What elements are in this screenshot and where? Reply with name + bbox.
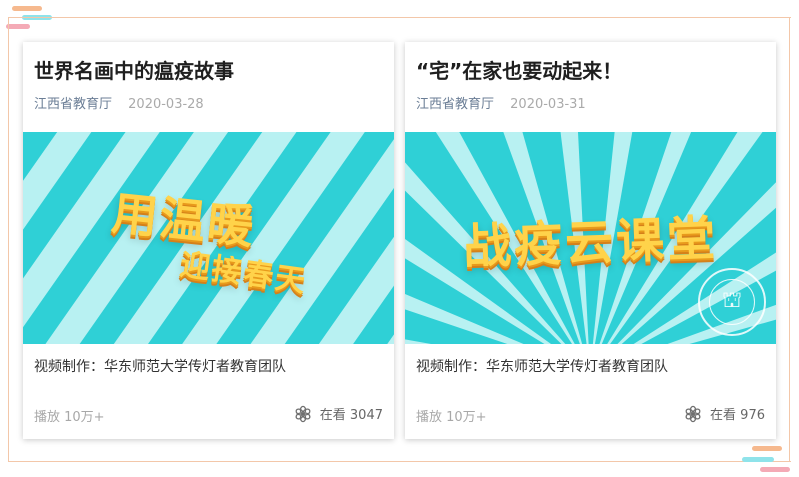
article-title[interactable]: 世界名画中的瘟疫故事 — [34, 55, 234, 84]
flower-icon — [295, 405, 311, 422]
video-thumbnail[interactable]: 战疫云课堂 ⛫ — [405, 132, 776, 344]
article-source[interactable]: 江西省教育厅 — [34, 97, 112, 112]
decor-bar-orange — [752, 446, 782, 451]
frame-right-line — [789, 17, 790, 461]
frame-bottom-line — [8, 461, 791, 462]
video-credit: 视频制作：华东师范大学传灯者教育团队 — [416, 359, 668, 375]
decor-bar-cyan — [742, 457, 774, 462]
article-meta: 江西省教育厅 2020-03-28 — [34, 93, 204, 112]
article-meta: 江西省教育厅 2020-03-31 — [416, 93, 586, 112]
article-date: 2020-03-31 — [510, 97, 586, 112]
decor-bar-orange — [12, 6, 42, 11]
watching-button[interactable]: 在看 3047 — [294, 404, 383, 423]
video-credit: 视频制作：华东师范大学传灯者教育团队 — [34, 359, 286, 375]
decor-bar-pink — [6, 24, 30, 29]
card-footer: 播放 10万+ 在看 3047 — [34, 404, 383, 425]
banner-caption: 用温暖 迎接春天 — [23, 132, 394, 344]
watching-button[interactable]: 在看 976 — [684, 404, 765, 423]
article-card[interactable]: “宅”在家也要动起来！ 江西省教育厅 2020-03-31 战疫云课堂 ⛫ 视频… — [405, 42, 776, 439]
decor-bar-pink — [760, 467, 790, 472]
article-card[interactable]: 世界名画中的瘟疫故事 江西省教育厅 2020-03-28 用温暖 迎接春天 视频… — [23, 42, 394, 439]
card-footer: 播放 10万+ 在看 976 — [416, 404, 765, 425]
play-count: 播放 10万+ — [34, 410, 105, 425]
frame-top-line — [8, 17, 791, 18]
article-source[interactable]: 江西省教育厅 — [416, 97, 494, 112]
video-thumbnail[interactable]: 用温暖 迎接春天 — [23, 132, 394, 344]
watching-count: 在看 3047 — [319, 408, 383, 423]
play-count: 播放 10万+ — [416, 410, 487, 425]
banner-line-1: 战疫云课堂 — [462, 210, 720, 276]
watching-count: 在看 976 — [710, 408, 765, 423]
frame-left-line — [8, 17, 9, 461]
flower-icon — [685, 405, 701, 422]
article-date: 2020-03-28 — [128, 97, 204, 112]
banner-line-2: 迎接春天 — [177, 247, 309, 300]
university-seal-icon: ⛫ — [698, 268, 766, 336]
article-title[interactable]: “宅”在家也要动起来！ — [416, 55, 622, 84]
